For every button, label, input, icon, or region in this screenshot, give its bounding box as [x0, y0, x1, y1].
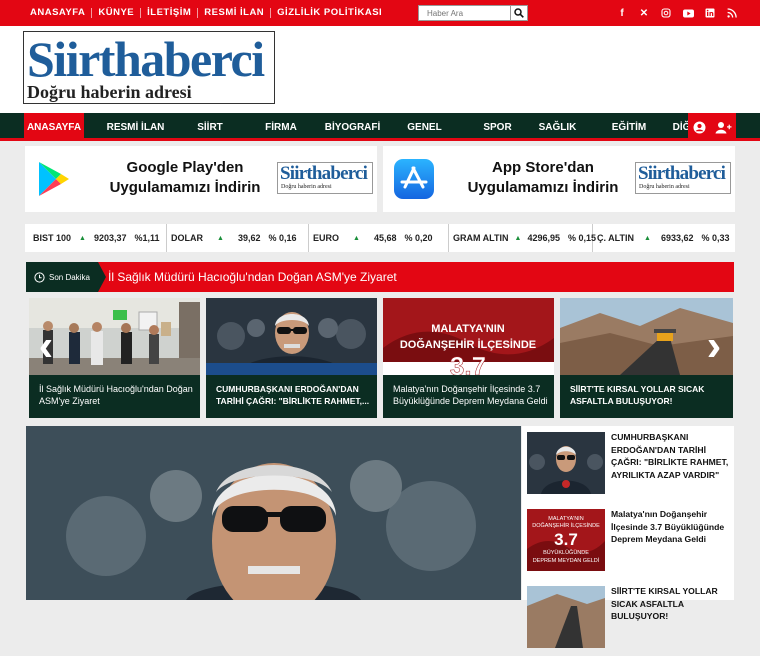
- slider-card[interactable]: CUMHURBAŞKANI ERDOĞAN'DAN TARİHİ ÇAĞRI: …: [206, 298, 377, 418]
- market-ticker: BIST 100 ▲ 9203,37 %1,11 DOLAR ▲ 39,62% 0,16 …: [25, 224, 735, 252]
- image-text: MALATYA'NIN: [548, 516, 583, 522]
- slider-caption: SİİRT'TE KIRSAL YOLLAR SICAK ASFALTLA BU…: [570, 384, 705, 406]
- facebook-icon[interactable]: f: [611, 5, 633, 21]
- nav-item-genel[interactable]: GENEL: [376, 113, 473, 141]
- nav-item-anasayfa[interactable]: ANASAYFA: [24, 113, 84, 141]
- nav-item-egitim[interactable]: EĞİTİM: [593, 113, 665, 141]
- linkedin-icon[interactable]: [699, 5, 721, 21]
- list-item-title: SİİRT'TE KIRSAL YOLLAR SICAK ASFALTLA BU…: [611, 586, 718, 621]
- search-box: [418, 5, 528, 21]
- slider-caption: Malatya'nın Doğanşehir İlçesinde 3.7 Büy…: [393, 384, 548, 406]
- image-text: DOĞANŞEHİR İLÇESİNDE: [532, 522, 600, 529]
- image-text: 3.7: [554, 530, 578, 549]
- search-button[interactable]: [510, 6, 527, 20]
- user-actions: [688, 113, 736, 141]
- youtube-icon[interactable]: [677, 5, 699, 21]
- top-link-gizlilik[interactable]: GİZLİLİK POLİTİKASI: [271, 8, 388, 18]
- image-text: DEPREM MEYDAN GELDİ: [533, 557, 600, 564]
- list-item-title: CUMHURBAŞKANI ERDOĞAN'DAN TARİHİ ÇAĞRI: …: [611, 432, 729, 480]
- user-icon[interactable]: [693, 121, 706, 134]
- up-arrow-icon: ▲: [217, 234, 224, 242]
- breaking-headline[interactable]: İl Sağlık Müdürü Hacıoğlu'ndan Doğan ASM…: [108, 262, 397, 292]
- image-text: 3.7: [450, 351, 486, 375]
- site-logo[interactable]: Siirthaberci Doğru haberin adresi: [23, 31, 275, 104]
- list-item[interactable]: MALATYA'NIN DOĞANŞEHİR İLÇESİNDE 3.7 BÜY…: [522, 503, 734, 579]
- logo-name: Siirthaberci: [27, 31, 265, 87]
- banner-logo: Siirthaberci Doğru haberin adresi: [635, 162, 731, 194]
- slider-card[interactable]: MALATYA'NIN DOĞANŞEHİR İLÇESİNDE 3.7 Mal…: [383, 298, 554, 418]
- news-image: MALATYA'NIN DOĞANŞEHİR İLÇESİNDE 3.7: [383, 298, 554, 375]
- app-store-icon: [394, 159, 434, 199]
- slider-caption: İl Sağlık Müdürü Hacıoğlu'ndan Doğan ASM…: [39, 384, 193, 406]
- slider-next-button[interactable]: ›: [701, 324, 727, 368]
- nav-item-siirt[interactable]: SİİRT: [187, 113, 233, 141]
- top-nav: ANASAYFA KÜNYE İLETİŞİM RESMİ İLAN GİZLİ…: [24, 0, 388, 26]
- breaking-news-bar: Son Dakika İl Sağlık Müdürü Hacıoğlu'nda…: [26, 262, 734, 292]
- market-item: DOLAR ▲ 39,62% 0,16: [167, 224, 309, 252]
- x-icon[interactable]: ✕: [633, 5, 655, 21]
- list-item-title: Malatya'nın Doğanşehir İlçesinde 3.7 Büy…: [611, 509, 725, 544]
- market-item: EURO ▲ 45,68% 0,20: [309, 224, 449, 252]
- main-nav: ANASAYFA RESMİ İLAN SİİRT FİRMA BİYOGRAF…: [0, 113, 760, 141]
- top-link-iletisim[interactable]: İLETİŞİM: [141, 8, 199, 18]
- side-news-list: CUMHURBAŞKANI ERDOĞAN'DAN TARİHİ ÇAĞRI: …: [522, 426, 734, 648]
- breaking-label: Son Dakika: [26, 262, 106, 292]
- nav-item-firma[interactable]: FİRMA: [233, 113, 329, 141]
- instagram-icon[interactable]: [655, 5, 677, 21]
- top-link-anasayfa[interactable]: ANASAYFA: [24, 8, 93, 18]
- image-text: BÜYÜKLÜĞÜNDE: [543, 549, 589, 556]
- google-banner-text: Google Play'den Uygulamamızı İndirin: [109, 159, 261, 196]
- top-link-resmi-ilan[interactable]: RESMİ İLAN: [198, 8, 272, 18]
- social-links: f ✕: [611, 5, 743, 21]
- market-item: Ç. ALTIN ▲ 6933,62% 0,33: [597, 233, 730, 243]
- slider-prev-button[interactable]: ‹: [33, 324, 59, 368]
- image-text: MALATYA'NIN: [431, 323, 505, 335]
- nav-item-resmi-ilan[interactable]: RESMİ İLAN: [84, 113, 187, 141]
- up-arrow-icon: ▲: [353, 234, 360, 242]
- user-add-icon[interactable]: [715, 121, 732, 134]
- slider-caption: CUMHURBAŞKANI ERDOĞAN'DAN TARİHİ ÇAĞRI: …: [216, 384, 370, 406]
- list-item[interactable]: CUMHURBAŞKANI ERDOĞAN'DAN TARİHİ ÇAĞRI: …: [522, 426, 734, 502]
- headline-news-image[interactable]: [26, 426, 521, 600]
- logo-slogan: Doğru haberin adresi: [27, 82, 192, 102]
- clock-icon: [34, 271, 45, 283]
- up-arrow-icon: ▲: [644, 234, 651, 242]
- google-play-icon: [39, 162, 69, 196]
- news-thumbnail: [527, 586, 605, 648]
- banner-logo: Siirthaberci Doğru haberin adresi: [277, 162, 373, 194]
- search-icon: [514, 8, 524, 18]
- site-header: Siirthaberci Doğru haberin adresi: [0, 26, 760, 113]
- top-bar: ANASAYFA KÜNYE İLETİŞİM RESMİ İLAN GİZLİ…: [0, 0, 760, 26]
- up-arrow-icon: ▲: [79, 234, 86, 242]
- list-item[interactable]: SİİRT'TE KIRSAL YOLLAR SICAK ASFALTLA BU…: [522, 580, 734, 656]
- google-play-banner[interactable]: Google Play'den Uygulamamızı İndirin Sii…: [25, 146, 377, 212]
- top-link-kunye[interactable]: KÜNYE: [92, 8, 142, 18]
- appstore-banner-text: App Store'dan Uygulamamızı İndirin: [467, 159, 619, 196]
- up-arrow-icon: ▲: [514, 234, 522, 242]
- market-item: GRAM ALTIN ▲ 4296,95% 0,15: [449, 224, 596, 252]
- app-store-banner[interactable]: App Store'dan Uygulamamızı İndirin Siirt…: [383, 146, 735, 212]
- nav-item-spor[interactable]: SPOR: [473, 113, 522, 141]
- news-slider: İl Sağlık Müdürü Hacıoğlu'ndan Doğan ASM…: [29, 298, 733, 418]
- news-image: [206, 298, 377, 375]
- nav-item-saglik[interactable]: SAĞLIK: [522, 113, 593, 141]
- news-thumbnail: [527, 432, 605, 494]
- image-text: DOĞANŞEHİR İLÇESİNDE: [400, 338, 536, 351]
- nav-item-biyografi[interactable]: BİYOGRAFİ: [325, 113, 381, 141]
- market-item: BIST 100 ▲ 9203,37 %1,11: [25, 224, 167, 252]
- rss-icon[interactable]: [721, 5, 743, 21]
- news-thumbnail: MALATYA'NIN DOĞANŞEHİR İLÇESİNDE 3.7 BÜY…: [527, 509, 605, 571]
- search-input[interactable]: [419, 6, 511, 20]
